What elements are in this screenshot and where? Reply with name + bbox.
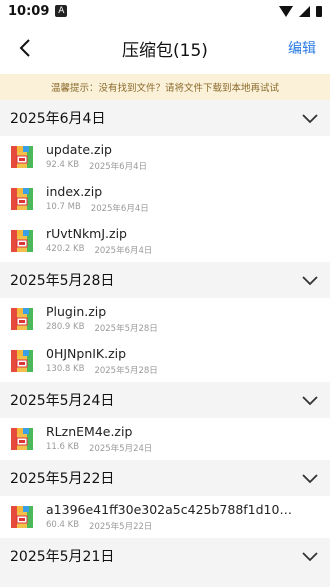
file-item[interactable]: index.zip 10.7 MB 2025年6月4日 — [0, 178, 330, 220]
status-time: 10:09 — [8, 3, 50, 19]
file-list: RLznEM4e.zip 11.6 KB 2025年5月24日 — [0, 418, 330, 460]
notification-a-icon: A — [55, 5, 68, 17]
group-header[interactable]: 2025年5月21日 — [0, 538, 330, 574]
chevron-down-icon[interactable] — [302, 391, 318, 410]
chevron-down-icon[interactable] — [302, 547, 318, 566]
group-date: 2025年6月4日 — [10, 111, 106, 127]
status-left: 10:09 A — [8, 3, 68, 19]
chevron-down-icon[interactable] — [302, 109, 318, 128]
zip-file-icon — [11, 350, 33, 372]
edit-button[interactable]: 编辑 — [288, 38, 316, 58]
file-item[interactable]: rUvtNkmJ.zip 420.2 KB 2025年6月4日 — [0, 220, 330, 262]
file-name: Plugin.zip — [46, 304, 107, 319]
file-date: 2025年5月28日 — [94, 366, 158, 376]
group-date: 2025年5月21日 — [10, 549, 115, 565]
file-meta: 0HJNpnIK.zip 130.8 KB 2025年5月28日 — [46, 346, 320, 376]
battery-icon — [316, 5, 322, 17]
file-details: 130.8 KB 2025年5月28日 — [46, 364, 320, 376]
back-button[interactable] — [12, 35, 38, 61]
wifi-icon — [279, 5, 293, 17]
signal-icon — [299, 5, 310, 17]
zip-file-icon — [11, 146, 33, 168]
zip-file-icon — [11, 230, 33, 252]
app-header: 压缩包(15) 编辑 — [0, 22, 330, 74]
file-item[interactable]: update.zip 92.4 KB 2025年6月4日 — [0, 136, 330, 178]
file-details: 11.6 KB 2025年5月24日 — [46, 442, 320, 454]
file-date: 2025年6月4日 — [94, 246, 153, 256]
file-name: a1396e41ff30e302a5c425b788f1d10c... — [46, 502, 296, 517]
file-list: Plugin.zip 280.9 KB 2025年5月28日 0HJNpnIK.zi… — [0, 298, 330, 382]
status-right — [279, 5, 322, 17]
file-size: 92.4 KB — [46, 160, 80, 170]
tip-banner: 温馨提示：没有找到文件？请将文件下载到本地再试试 — [0, 74, 330, 100]
group-header[interactable]: 2025年6月4日 — [0, 100, 330, 136]
file-name: index.zip — [46, 184, 103, 199]
file-date: 2025年5月24日 — [89, 444, 153, 454]
file-meta: RLznEM4e.zip 11.6 KB 2025年5月24日 — [46, 424, 320, 454]
file-size: 60.4 KB — [46, 520, 80, 530]
group-header[interactable]: 2025年5月24日 — [0, 382, 330, 418]
group-header[interactable]: 2025年5月28日 — [0, 262, 330, 298]
file-date: 2025年6月4日 — [89, 162, 147, 172]
file-size: 280.9 KB — [46, 322, 85, 332]
zip-file-icon — [11, 308, 33, 330]
back-arrow-icon — [19, 39, 30, 57]
file-details: 92.4 KB 2025年6月4日 — [46, 160, 320, 172]
file-meta: rUvtNkmJ.zip 420.2 KB 2025年6月4日 — [46, 226, 320, 256]
group-header[interactable]: 2025年5月22日 — [0, 460, 330, 496]
group-date: 2025年5月24日 — [10, 393, 115, 409]
file-groups: 2025年6月4日 update.zip 92.4 KB 2025年6月4日 ind… — [0, 100, 330, 574]
file-name: RLznEM4e.zip — [46, 424, 133, 439]
file-date: 2025年5月22日 — [89, 522, 153, 532]
file-list: update.zip 92.4 KB 2025年6月4日 index.zip 10.7… — [0, 136, 330, 262]
file-meta: a1396e41ff30e302a5c425b788f1d10c... 60.4 … — [46, 502, 320, 532]
file-name: update.zip — [46, 142, 112, 157]
zip-file-icon — [11, 506, 33, 528]
file-name: rUvtNkmJ.zip — [46, 226, 127, 241]
chevron-down-icon[interactable] — [302, 469, 318, 488]
file-meta: index.zip 10.7 MB 2025年6月4日 — [46, 184, 320, 214]
file-date: 2025年6月4日 — [90, 204, 149, 214]
file-size: 10.7 MB — [46, 202, 81, 212]
file-item[interactable]: Plugin.zip 280.9 KB 2025年5月28日 — [0, 298, 330, 340]
file-name: 0HJNpnIK.zip — [46, 346, 127, 361]
file-date: 2025年5月28日 — [94, 324, 158, 334]
file-item[interactable]: 0HJNpnIK.zip 130.8 KB 2025年5月28日 — [0, 340, 330, 382]
file-item[interactable]: a1396e41ff30e302a5c425b788f1d10c... 60.4 … — [0, 496, 330, 538]
group-date: 2025年5月22日 — [10, 471, 115, 487]
file-size: 11.6 KB — [46, 442, 80, 452]
file-details: 420.2 KB 2025年6月4日 — [46, 244, 320, 256]
file-item[interactable]: RLznEM4e.zip 11.6 KB 2025年5月24日 — [0, 418, 330, 460]
zip-file-icon — [11, 188, 33, 210]
file-details: 280.9 KB 2025年5月28日 — [46, 322, 320, 334]
file-size: 130.8 KB — [46, 364, 85, 374]
group-date: 2025年5月28日 — [10, 273, 115, 289]
chevron-down-icon[interactable] — [302, 271, 318, 290]
file-details: 10.7 MB 2025年6月4日 — [46, 202, 320, 214]
file-meta: Plugin.zip 280.9 KB 2025年5月28日 — [46, 304, 320, 334]
file-meta: update.zip 92.4 KB 2025年6月4日 — [46, 142, 320, 172]
file-list: a1396e41ff30e302a5c425b788f1d10c... 60.4 … — [0, 496, 330, 538]
page-title: 压缩包(15) — [122, 40, 208, 61]
zip-file-icon — [11, 428, 33, 450]
status-bar: 10:09 A — [0, 0, 330, 22]
file-size: 420.2 KB — [46, 244, 85, 254]
file-details: 60.4 KB 2025年5月22日 — [46, 520, 320, 532]
